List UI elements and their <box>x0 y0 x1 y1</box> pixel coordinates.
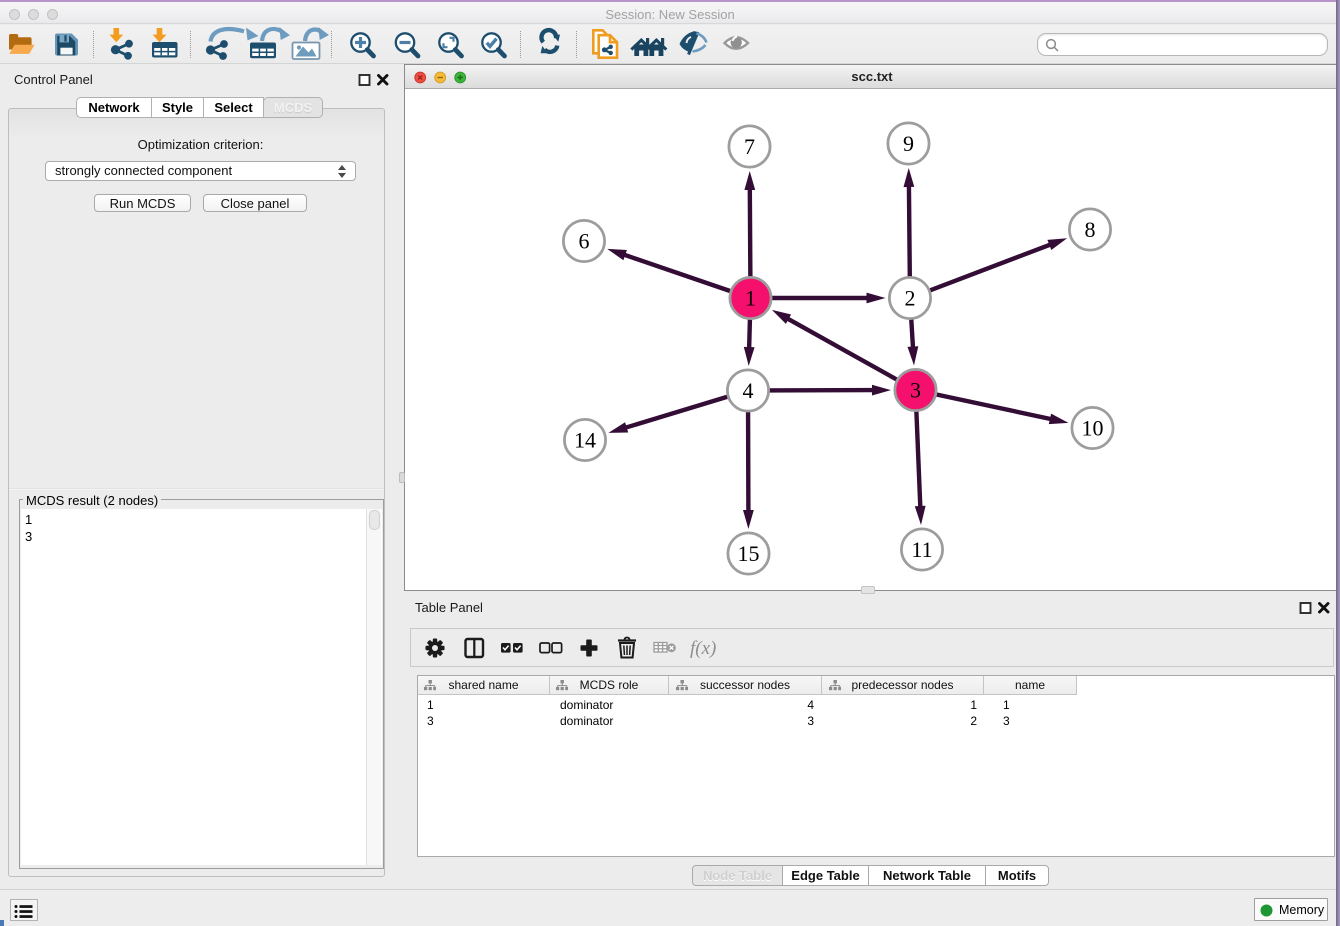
svg-text:11: 11 <box>911 537 932 562</box>
svg-text:14: 14 <box>574 428 596 453</box>
svg-text:15: 15 <box>738 541 760 566</box>
svg-text:4: 4 <box>743 378 754 403</box>
svg-text:10: 10 <box>1082 416 1104 441</box>
svg-text:6: 6 <box>579 229 590 254</box>
svg-text:9: 9 <box>903 131 914 156</box>
svg-text:8: 8 <box>1085 217 1096 242</box>
svg-text:1: 1 <box>745 286 756 311</box>
svg-text:3: 3 <box>910 378 921 403</box>
svg-text:f(x): f(x) <box>690 638 716 659</box>
svg-text:7: 7 <box>744 134 755 159</box>
svg-text:2: 2 <box>905 286 916 311</box>
